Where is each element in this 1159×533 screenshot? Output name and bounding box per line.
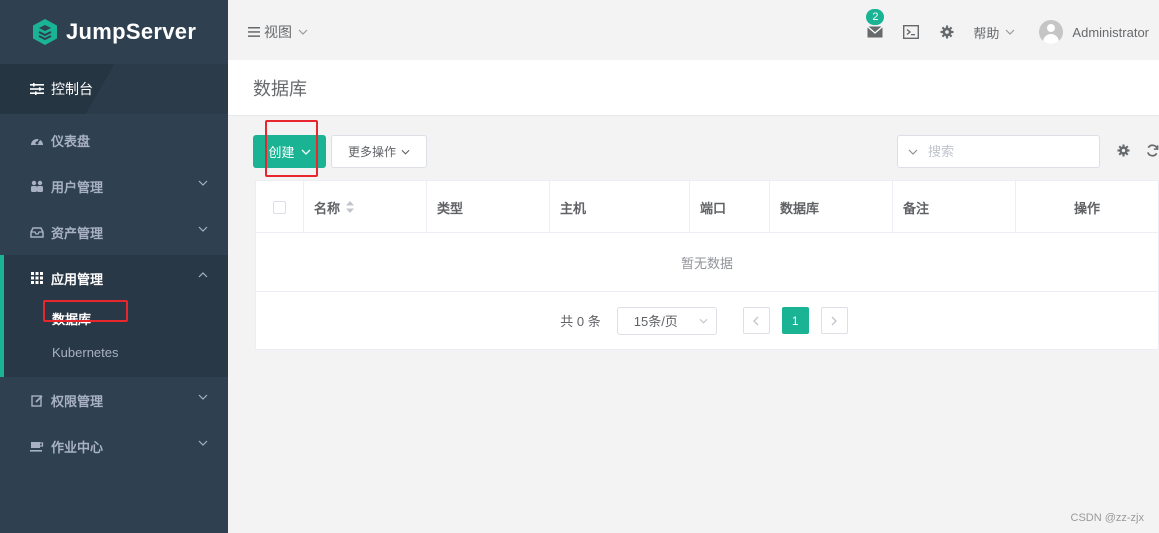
user-menu[interactable]: Administrator	[1039, 20, 1149, 44]
next-page-button[interactable]	[820, 307, 848, 334]
user-name: Administrator	[1072, 24, 1149, 40]
table-toolbar: 创建 更多操作	[253, 135, 1159, 169]
chevron-down-icon	[198, 440, 208, 446]
page-heading: 数据库	[228, 60, 1159, 116]
inbox-icon	[30, 225, 44, 239]
sidebar-item-label: 资产管理	[51, 225, 104, 241]
top-navbar: 视图 2 帮助 Administrator	[228, 4, 1159, 60]
chevron-down-icon	[699, 318, 708, 324]
coffee-icon	[30, 439, 44, 453]
chevron-down-icon	[401, 149, 410, 155]
select-all-cell	[256, 181, 304, 233]
sort-icon[interactable]	[346, 201, 355, 213]
pagination: 共 0 条 15条/页 1	[256, 292, 1158, 349]
logo[interactable]: JumpServer	[0, 0, 228, 64]
chevron-left-icon	[753, 316, 759, 325]
messages-button[interactable]: 2	[865, 9, 885, 42]
search-box[interactable]	[897, 135, 1100, 168]
chevron-down-icon	[198, 226, 208, 232]
chevron-down-icon	[198, 180, 208, 186]
sidebar-item-jobs[interactable]: 作业中心	[0, 423, 228, 469]
page-title: 数据库	[253, 78, 307, 99]
chevron-down-icon	[298, 29, 308, 35]
column-header-name[interactable]: 名称	[304, 181, 427, 233]
table-header: 名称 类型 主机 端口 数据库 备注 操作	[256, 181, 1158, 233]
gear-icon	[940, 25, 954, 39]
chevron-down-icon	[1005, 29, 1015, 35]
sidebar-item-label: 应用管理	[51, 271, 104, 287]
page-number-current[interactable]: 1	[781, 307, 809, 334]
more-actions-label: 更多操作	[347, 145, 396, 159]
sidebar-subitem-kubernetes[interactable]: Kubernetes	[4, 335, 228, 369]
sidebar-item-dashboard[interactable]: 仪表盘	[0, 117, 228, 163]
data-table: 名称 类型 主机 端口 数据库 备注 操作 暂无数据 共 0 条 15条/页 1	[255, 180, 1159, 350]
pagination-total: 共 0 条	[560, 314, 601, 329]
terminal-icon	[903, 25, 920, 39]
messages-badge: 2	[866, 9, 885, 25]
search-input[interactable]	[928, 144, 1078, 159]
sliders-icon	[30, 83, 44, 95]
refresh-icon[interactable]	[1146, 144, 1159, 157]
page-size-value: 15条/页	[633, 314, 678, 329]
sidebar-nav-bottom: 权限管理 作业中心	[0, 377, 228, 469]
avatar	[1039, 20, 1064, 44]
jumpserver-logo-icon	[33, 19, 57, 45]
create-button-label: 创建	[268, 145, 295, 160]
envelope-icon	[867, 26, 884, 38]
chevron-down-icon	[198, 394, 208, 400]
sidebar-item-users[interactable]: 用户管理	[0, 163, 228, 209]
empty-state: 暂无数据	[256, 233, 1158, 292]
watermark: CSDN @zz-zjx	[1070, 512, 1145, 524]
sidebar-item-label: 仪表盘	[51, 133, 91, 149]
sidebar-item-applications[interactable]: 应用管理	[4, 255, 228, 301]
column-header-host: 主机	[550, 181, 690, 233]
web-terminal-button[interactable]	[901, 22, 921, 42]
gear-icon[interactable]	[1117, 144, 1130, 157]
chevron-down-icon	[301, 149, 310, 155]
grid-icon	[30, 271, 44, 285]
brand-name: JumpServer	[66, 19, 197, 44]
page-size-select[interactable]: 15条/页	[616, 306, 717, 335]
sidebar-item-permissions[interactable]: 权限管理	[0, 377, 228, 423]
console-link[interactable]: 控制台	[0, 64, 228, 114]
prev-page-button[interactable]	[742, 307, 770, 334]
help-menu[interactable]: 帮助	[973, 23, 1015, 42]
select-all-checkbox[interactable]	[273, 200, 286, 214]
column-header-comment: 备注	[893, 181, 1016, 233]
sidebar-item-assets[interactable]: 资产管理	[0, 209, 228, 255]
help-label: 帮助	[973, 25, 1000, 41]
edit-icon	[30, 393, 44, 407]
chevron-down-icon[interactable]	[908, 149, 918, 155]
chevron-up-icon	[198, 272, 208, 278]
column-header-type: 类型	[427, 181, 550, 233]
sidebar-nav: 仪表盘 用户管理 资产管理	[0, 117, 228, 255]
users-icon	[30, 179, 44, 193]
view-menu-label: 视图	[264, 24, 292, 40]
more-actions-button[interactable]: 更多操作	[331, 135, 427, 168]
view-menu[interactable]: 视图	[248, 22, 308, 42]
settings-button[interactable]	[937, 22, 957, 42]
sidebar-item-label: 权限管理	[51, 393, 104, 409]
sidebar-subitem-database[interactable]: 数据库	[4, 301, 228, 335]
chevron-right-icon	[831, 316, 838, 325]
column-header-database: 数据库	[770, 181, 893, 233]
console-label: 控制台	[51, 81, 93, 97]
column-header-actions: 操作	[1073, 200, 1100, 216]
dashboard-icon	[30, 133, 44, 147]
sidebar-submenu: 数据库 Kubernetes	[4, 301, 228, 377]
top-right-actions: 2 帮助 Administrator	[865, 4, 1159, 60]
create-button[interactable]: 创建	[253, 135, 326, 168]
sidebar: JumpServer 控制台 仪表盘 用户管理 资产管理 应用管理 数据库 Ku…	[0, 0, 228, 533]
sidebar-item-label: 用户管理	[51, 179, 104, 195]
sidebar-group-applications: 应用管理 数据库 Kubernetes	[0, 255, 228, 377]
sidebar-item-label: 作业中心	[51, 439, 104, 455]
menu-icon	[248, 27, 260, 37]
column-header-port: 端口	[690, 181, 770, 233]
